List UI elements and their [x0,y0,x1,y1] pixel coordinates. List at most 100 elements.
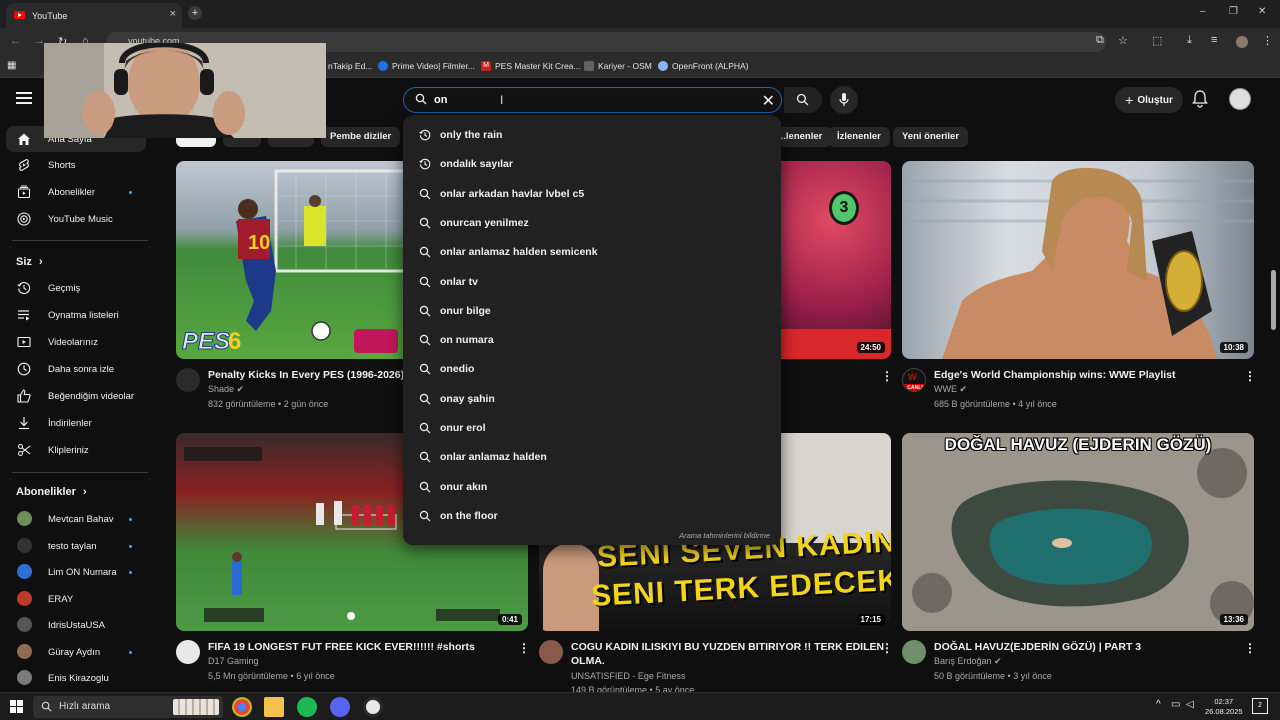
extensions-icon[interactable]: ⬚ [1152,34,1162,47]
video-thumbnail[interactable]: 10:38 [902,161,1254,359]
windows-start-icon[interactable] [10,700,23,713]
notifications-icon[interactable]: 2 [1252,698,1268,714]
channel-name[interactable]: D17 Gaming [208,656,259,666]
video-title[interactable]: COGU KADIN ILISKIYI BU YUZDEN BITIRIYOR … [571,640,884,654]
search-suggestion[interactable]: ondalık sayılar [403,149,781,178]
search-suggestion[interactable]: on the floor [403,501,781,530]
maximize-button[interactable]: ❐ [1229,6,1238,17]
reading-list-icon[interactable]: ≡ [1211,34,1217,46]
channel-name[interactable]: Shade ✔ [208,384,244,395]
file-explorer-icon[interactable] [264,697,284,717]
more-options-icon[interactable]: ⋮ [518,641,530,655]
profile-avatar-icon[interactable] [1236,36,1248,48]
bookmark-star-icon[interactable]: ☆ [1118,34,1128,47]
channel-name[interactable]: WWE ✔ [934,384,967,395]
sidebar-channel-item[interactable]: ERAY [0,586,150,612]
page-scrollbar[interactable] [1271,270,1276,330]
sidebar-item-downloads[interactable]: İndirilenler [0,410,150,436]
sidebar-item-shorts[interactable]: Shorts [0,152,150,178]
video-title-line2[interactable]: OLMA. [571,654,605,668]
search-suggestion[interactable]: only the rain [403,120,781,149]
bookmark-item[interactable]: nTakip Ed... [328,61,372,71]
channel-avatar[interactable] [539,640,563,664]
sidebar-channel-item[interactable]: testo taylan [0,533,150,559]
sidebar-item-watch-later[interactable]: Daha sonra izle [0,356,150,382]
search-suggestion[interactable]: onur akın [403,472,781,501]
channel-name[interactable]: Barış Erdoğan ✔ [934,656,1002,667]
sidebar-item-your-videos[interactable]: Videolarınız [0,329,150,355]
search-suggestion[interactable]: onlar arkadan havlar lvbel c5 [403,179,781,208]
channel-avatar[interactable] [902,640,926,664]
sidebar-item-liked-videos[interactable]: Beğendiğim videolar [0,383,150,409]
sidebar-item-clips[interactable]: Klipleriniz [0,437,150,463]
tab-close-button[interactable]: × [170,8,176,20]
spotify-icon[interactable] [297,697,317,717]
video-title[interactable]: DOĞAL HAVUZ(EJDERİN GÖZÜ) | PART 3 [934,640,1141,654]
discord-icon[interactable] [330,697,350,717]
search-suggestion[interactable]: onlar tv [403,267,781,296]
search-suggestion[interactable]: onlar anlamaz halden semicenk [403,237,781,266]
search-suggestion[interactable]: onedio [403,354,781,383]
more-options-icon[interactable]: ⋮ [1244,641,1256,655]
search-suggestion[interactable]: onlar anlamaz halden [403,442,781,471]
sidebar-item-history[interactable]: Geçmiş [0,275,150,301]
search-suggestion[interactable]: onay şahin [403,384,781,413]
search-suggestion[interactable]: onur erol [403,413,781,442]
apps-grid-icon[interactable]: ▦ [7,60,16,71]
voice-search-button[interactable] [830,86,858,114]
channel-name[interactable]: UNSATISFIED - Ege Fitness [571,671,685,681]
hamburger-menu-icon[interactable] [16,92,32,104]
sidebar-channel-item[interactable]: Lim ON Numara [0,559,150,585]
report-predictions-link[interactable]: Arama tahminlerini bildirme [679,531,770,540]
channel-avatar[interactable] [176,368,200,392]
new-tab-button[interactable]: + [188,6,202,20]
back-icon[interactable]: ← [10,35,21,47]
channel-avatar[interactable]: W CANLI [902,368,926,392]
browser-menu-icon[interactable]: ⋮ [1262,34,1273,47]
sidebar-item-playlists[interactable]: Oynatma listeleri [0,302,150,328]
sidebar-channel-item[interactable]: Güray Aydın [0,639,150,665]
taskbar-clock[interactable]: 02:37 26.08.2025 [1205,697,1243,717]
obs-icon[interactable] [363,697,383,717]
close-window-button[interactable]: ✕ [1258,6,1266,17]
chip-pembe-diziler[interactable]: Pembe diziler [321,127,401,147]
more-options-icon[interactable]: ⋮ [881,369,893,383]
browser-tab[interactable]: YouTube × [6,3,182,28]
tray-chevron-up-icon[interactable]: ^ [1156,699,1161,710]
downloads-icon[interactable]: ⤓ [1187,34,1192,47]
video-title[interactable]: FIFA 19 LONGEST FUT FREE KICK EVER!!!!!!… [208,640,475,654]
bookmark-item[interactable]: OpenFront (ALPHA) [658,61,749,71]
sidebar-item-subscriptions[interactable]: Abonelikler [0,179,150,205]
bookmark-item[interactable]: Prime Video| Filmler... [378,61,475,71]
channel-avatar[interactable] [176,640,200,664]
sidebar-you-heading[interactable]: Siz › [16,256,43,268]
sidebar-channel-item[interactable]: Enis Kirazoglu [0,665,150,691]
search-suggestion[interactable]: on numara [403,325,781,354]
search-suggestion[interactable]: onur bilge [403,296,781,325]
search-button[interactable] [784,87,822,113]
search-suggestion[interactable]: onurcan yenilmez [403,208,781,237]
chip-yeni-oneriler[interactable]: Yeni öneriler [893,127,969,147]
clear-search-button[interactable]: ✕ [762,91,775,111]
taskbar-search[interactable]: Hızlı arama [33,696,223,718]
create-button[interactable]: + Oluştur [1115,87,1183,113]
minimize-button[interactable]: – [1200,6,1206,17]
video-title[interactable]: Edge's World Championship wins: WWE Play… [934,368,1176,382]
bookmark-item[interactable]: Kariyer - OSM [584,61,652,71]
network-icon[interactable]: ▭ [1171,699,1180,710]
chip-izlenenler[interactable]: İzlenenler [828,127,890,147]
account-avatar[interactable] [1229,88,1251,110]
video-thumbnail[interactable]: DOĞAL HAVUZ (EJDERIN GÖZÜ) 13:36 [902,433,1254,631]
bookmark-item[interactable]: M PES Master Kit Crea... [481,61,581,71]
volume-icon[interactable]: ◁ [1186,699,1194,710]
more-options-icon[interactable]: ⋮ [1244,369,1256,383]
sidebar-channel-item[interactable]: IdrisUstaUSA [0,612,150,638]
more-options-icon[interactable]: ⋮ [881,641,893,655]
sidebar-item-youtube-music[interactable]: YouTube Music [0,206,150,232]
chrome-taskbar-icon[interactable] [232,697,252,717]
sidebar-channel-item[interactable]: Mevtcan Bahav [0,506,150,532]
install-app-icon[interactable]: ⧉ [1096,34,1104,47]
video-title[interactable]: Penalty Kicks In Every PES (1996-2026) [208,368,404,382]
sidebar-subscriptions-heading[interactable]: Abonelikler › [16,486,87,498]
search-input[interactable]: on I ✕ [403,87,782,113]
